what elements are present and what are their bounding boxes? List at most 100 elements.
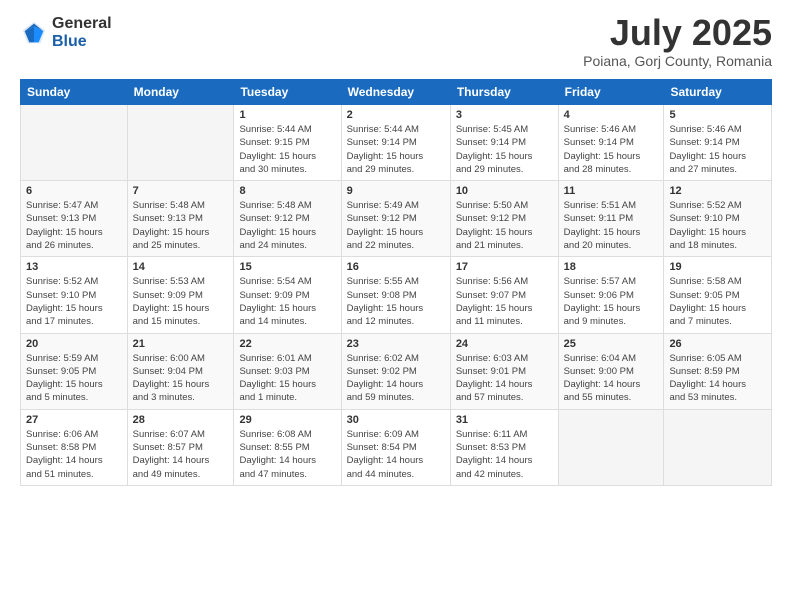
- day-info: Sunrise: 5:52 AM Sunset: 9:10 PM Dayligh…: [26, 275, 122, 328]
- table-row: 16 Sunrise: 5:55 AM Sunset: 9:08 PM Dayli…: [341, 257, 450, 333]
- day-number: 2: [347, 109, 445, 121]
- table-row: [558, 409, 664, 485]
- day-number: 20: [26, 338, 122, 350]
- table-row: 29Sunrise: 6:08 AM Sunset: 8:55 PM Dayli…: [234, 409, 341, 485]
- day-info: Sunrise: 5:52 AM Sunset: 9:10 PM Dayligh…: [669, 199, 766, 252]
- day-number: 27: [26, 414, 122, 426]
- table-row: 27 Sunrise: 6:06 AM Sunset: 8:58 PM Dayli…: [21, 409, 128, 485]
- calendar-week-2: 6 Sunrise: 5:47 AM Sunset: 9:13 PM Daylig…: [21, 181, 772, 257]
- table-row: 10Sunrise: 5:50 AM Sunset: 9:12 PM Dayli…: [450, 181, 558, 257]
- header-thursday: Thursday: [450, 80, 558, 105]
- day-info: Sunrise: 6:09 AM Sunset: 8:54 PM Dayligh…: [347, 428, 445, 481]
- day-number: 5: [669, 109, 766, 121]
- day-number: 11: [564, 185, 659, 197]
- day-number: 14: [133, 261, 229, 273]
- page: General Blue July 2025 Poiana, Gorj Coun…: [0, 0, 792, 612]
- day-number: 3: [456, 109, 553, 121]
- day-info: Sunrise: 5:57 AM Sunset: 9:06 PM Dayligh…: [564, 275, 659, 328]
- logo-blue-text: Blue: [52, 33, 112, 51]
- table-row: [664, 409, 772, 485]
- day-number: 1: [239, 109, 335, 121]
- table-row: 15Sunrise: 5:54 AM Sunset: 9:09 PM Dayli…: [234, 257, 341, 333]
- table-row: [21, 105, 128, 181]
- table-row: 5 Sunrise: 5:46 AM Sunset: 9:14 PM Daylig…: [664, 105, 772, 181]
- header-wednesday: Wednesday: [341, 80, 450, 105]
- day-info: Sunrise: 5:55 AM Sunset: 9:08 PM Dayligh…: [347, 275, 445, 328]
- table-row: 2 Sunrise: 5:44 AM Sunset: 9:14 PM Daylig…: [341, 105, 450, 181]
- month-year-title: July 2025: [583, 15, 772, 51]
- day-number: 16: [347, 261, 445, 273]
- day-number: 7: [133, 185, 229, 197]
- day-number: 9: [347, 185, 445, 197]
- table-row: 13 Sunrise: 5:52 AM Sunset: 9:10 PM Dayli…: [21, 257, 128, 333]
- day-info: Sunrise: 5:49 AM Sunset: 9:12 PM Dayligh…: [347, 199, 445, 252]
- table-row: 22Sunrise: 6:01 AM Sunset: 9:03 PM Dayli…: [234, 333, 341, 409]
- table-row: 11 Sunrise: 5:51 AM Sunset: 9:11 PM Dayli…: [558, 181, 664, 257]
- day-number: 6: [26, 185, 122, 197]
- day-number: 8: [239, 185, 335, 197]
- table-row: 23Sunrise: 6:02 AM Sunset: 9:02 PM Dayli…: [341, 333, 450, 409]
- day-number: 30: [347, 414, 445, 426]
- day-info: Sunrise: 5:59 AM Sunset: 9:05 PM Dayligh…: [26, 352, 122, 405]
- day-info: Sunrise: 6:08 AM Sunset: 8:55 PM Dayligh…: [239, 428, 335, 481]
- location-subtitle: Poiana, Gorj County, Romania: [583, 53, 772, 69]
- day-info: Sunrise: 5:53 AM Sunset: 9:09 PM Dayligh…: [133, 275, 229, 328]
- day-number: 4: [564, 109, 659, 121]
- day-info: Sunrise: 6:11 AM Sunset: 8:53 PM Dayligh…: [456, 428, 553, 481]
- table-row: 31 Sunrise: 6:11 AM Sunset: 8:53 PM Dayli…: [450, 409, 558, 485]
- table-row: 26Sunrise: 6:05 AM Sunset: 8:59 PM Dayli…: [664, 333, 772, 409]
- day-number: 19: [669, 261, 766, 273]
- day-info: Sunrise: 6:03 AM Sunset: 9:01 PM Dayligh…: [456, 352, 553, 405]
- day-info: Sunrise: 5:48 AM Sunset: 9:13 PM Dayligh…: [133, 199, 229, 252]
- day-info: Sunrise: 5:45 AM Sunset: 9:14 PM Dayligh…: [456, 123, 553, 176]
- day-number: 25: [564, 338, 659, 350]
- table-row: 8Sunrise: 5:48 AM Sunset: 9:12 PM Daylig…: [234, 181, 341, 257]
- header-monday: Monday: [127, 80, 234, 105]
- day-info: Sunrise: 6:01 AM Sunset: 9:03 PM Dayligh…: [239, 352, 335, 405]
- title-block: July 2025 Poiana, Gorj County, Romania: [583, 15, 772, 69]
- day-info: Sunrise: 6:07 AM Sunset: 8:57 PM Dayligh…: [133, 428, 229, 481]
- table-row: 18 Sunrise: 5:57 AM Sunset: 9:06 PM Dayli…: [558, 257, 664, 333]
- table-row: 4 Sunrise: 5:46 AM Sunset: 9:14 PM Daylig…: [558, 105, 664, 181]
- day-info: Sunrise: 5:46 AM Sunset: 9:14 PM Dayligh…: [564, 123, 659, 176]
- day-number: 24: [456, 338, 553, 350]
- table-row: 6 Sunrise: 5:47 AM Sunset: 9:13 PM Daylig…: [21, 181, 128, 257]
- day-info: Sunrise: 6:04 AM Sunset: 9:00 PM Dayligh…: [564, 352, 659, 405]
- day-info: Sunrise: 5:46 AM Sunset: 9:14 PM Dayligh…: [669, 123, 766, 176]
- table-row: 7 Sunrise: 5:48 AM Sunset: 9:13 PM Daylig…: [127, 181, 234, 257]
- day-number: 21: [133, 338, 229, 350]
- header-friday: Friday: [558, 80, 664, 105]
- table-row: 25 Sunrise: 6:04 AM Sunset: 9:00 PM Dayli…: [558, 333, 664, 409]
- logo-text: General Blue: [52, 15, 112, 50]
- table-row: 17Sunrise: 5:56 AM Sunset: 9:07 PM Dayli…: [450, 257, 558, 333]
- day-info: Sunrise: 6:06 AM Sunset: 8:58 PM Dayligh…: [26, 428, 122, 481]
- day-info: Sunrise: 5:58 AM Sunset: 9:05 PM Dayligh…: [669, 275, 766, 328]
- table-row: 12Sunrise: 5:52 AM Sunset: 9:10 PM Dayli…: [664, 181, 772, 257]
- day-number: 28: [133, 414, 229, 426]
- logo: General Blue: [20, 15, 112, 50]
- table-row: 28 Sunrise: 6:07 AM Sunset: 8:57 PM Dayli…: [127, 409, 234, 485]
- header-tuesday: Tuesday: [234, 80, 341, 105]
- day-info: Sunrise: 5:44 AM Sunset: 9:15 PM Dayligh…: [239, 123, 335, 176]
- calendar-week-4: 20 Sunrise: 5:59 AM Sunset: 9:05 PM Dayli…: [21, 333, 772, 409]
- table-row: 30 Sunrise: 6:09 AM Sunset: 8:54 PM Dayli…: [341, 409, 450, 485]
- calendar-table: Sunday Monday Tuesday Wednesday Thursday…: [20, 79, 772, 486]
- day-info: Sunrise: 5:47 AM Sunset: 9:13 PM Dayligh…: [26, 199, 122, 252]
- table-row: 14 Sunrise: 5:53 AM Sunset: 9:09 PM Dayli…: [127, 257, 234, 333]
- day-info: Sunrise: 5:54 AM Sunset: 9:09 PM Dayligh…: [239, 275, 335, 328]
- day-number: 18: [564, 261, 659, 273]
- day-info: Sunrise: 5:44 AM Sunset: 9:14 PM Dayligh…: [347, 123, 445, 176]
- day-info: Sunrise: 5:56 AM Sunset: 9:07 PM Dayligh…: [456, 275, 553, 328]
- header-saturday: Saturday: [664, 80, 772, 105]
- header-sunday: Sunday: [21, 80, 128, 105]
- calendar-week-5: 27 Sunrise: 6:06 AM Sunset: 8:58 PM Dayli…: [21, 409, 772, 485]
- day-number: 13: [26, 261, 122, 273]
- day-number: 26: [669, 338, 766, 350]
- day-info: Sunrise: 5:51 AM Sunset: 9:11 PM Dayligh…: [564, 199, 659, 252]
- day-number: 23: [347, 338, 445, 350]
- day-number: 10: [456, 185, 553, 197]
- table-row: 3 Sunrise: 5:45 AM Sunset: 9:14 PM Daylig…: [450, 105, 558, 181]
- table-row: 19 Sunrise: 5:58 AM Sunset: 9:05 PM Dayli…: [664, 257, 772, 333]
- day-number: 31: [456, 414, 553, 426]
- table-row: 20 Sunrise: 5:59 AM Sunset: 9:05 PM Dayli…: [21, 333, 128, 409]
